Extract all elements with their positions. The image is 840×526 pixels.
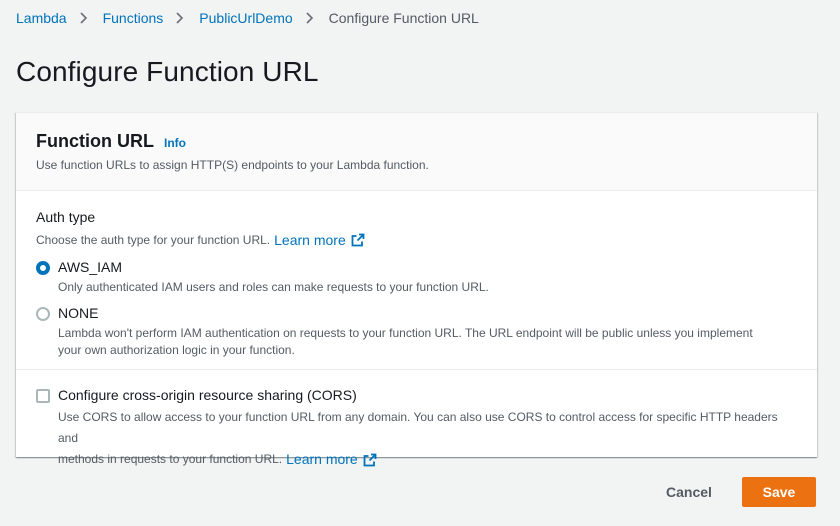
cancel-button[interactable]: Cancel [652,477,726,507]
cors-description: Use CORS to allow access to your functio… [58,407,797,470]
auth-learn-more-link[interactable]: Learn more [274,232,365,248]
none-label: NONE [58,305,99,321]
auth-option-aws-iam[interactable]: AWS_IAM Only authenticated IAM users and… [36,259,489,296]
none-description: Lambda won't perform IAM authentication … [58,325,753,359]
breadcrumb-function-name[interactable]: PublicUrlDemo [199,10,292,26]
breadcrumb-lambda[interactable]: Lambda [16,10,67,26]
none-radio[interactable] [36,307,50,321]
page-title: Configure Function URL [16,56,319,87]
cors-checkbox[interactable] [36,389,50,403]
cors-description-line2: methods in requests to your function URL… [58,452,283,466]
chevron-right-icon [73,10,97,26]
cors-learn-more-link[interactable]: Learn more [286,449,377,470]
aws-iam-radio[interactable] [36,261,50,275]
breadcrumb-functions[interactable]: Functions [103,10,164,26]
function-url-panel: Function URL Info Use function URLs to a… [16,112,817,467]
save-button[interactable]: Save [742,477,816,507]
cors-option[interactable]: Configure cross-origin resource sharing … [36,387,797,470]
breadcrumb: Lambda Functions PublicUrlDemo Configure… [16,10,479,26]
aws-iam-description: Only authenticated IAM users and roles c… [58,280,489,294]
panel-title: Function URL [36,131,154,151]
external-link-icon [363,453,377,466]
auth-type-description: Choose the auth type for your function U… [36,233,271,247]
info-link[interactable]: Info [164,136,186,150]
aws-iam-label: AWS_IAM [58,259,123,275]
external-link-icon [351,233,365,247]
auth-learn-more-label: Learn more [274,232,346,248]
breadcrumb-current: Configure Function URL [328,10,479,26]
panel-header: Function URL Info Use function URLs to a… [16,113,817,191]
cors-label: Configure cross-origin resource sharing … [58,387,357,403]
auth-type-label: Auth type [36,209,96,225]
chevron-right-icon [169,10,193,26]
none-description-line2: your own authorization logic in your fun… [58,343,295,357]
auth-type-section: Auth type Choose the auth type for your … [36,209,797,357]
cors-learn-more-label: Learn more [286,451,358,467]
panel-description: Use function URLs to assign HTTP(S) endp… [36,158,429,172]
auth-option-none[interactable]: NONE Lambda won't perform IAM authentica… [36,305,753,359]
section-divider [16,369,817,370]
chevron-right-icon [299,10,323,26]
cors-description-line1: Use CORS to allow access to your functio… [58,410,778,445]
none-description-line1: Lambda won't perform IAM authentication … [58,326,753,340]
